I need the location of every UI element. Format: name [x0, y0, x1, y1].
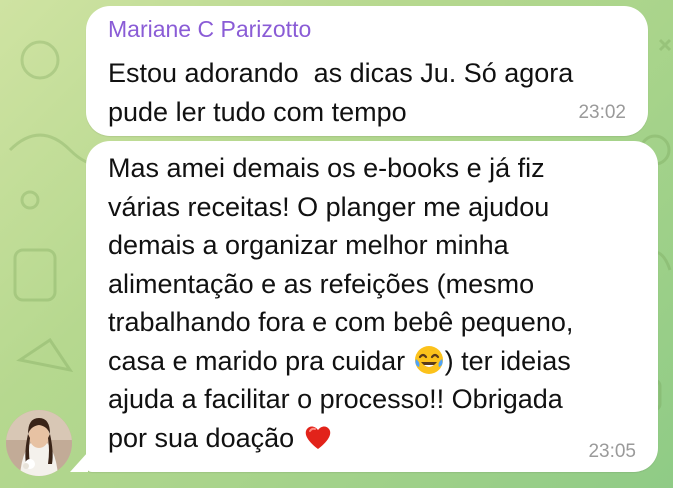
message-bubble[interactable]: Mas amei demais os e-books e já fiz vári…: [86, 141, 658, 472]
message-time: 23:02: [578, 102, 626, 123]
avatar-photo-icon: [6, 410, 72, 476]
avatar[interactable]: [6, 410, 72, 476]
message-text: Estou adorando as dicas Ju. Só agora pud…: [108, 58, 574, 127]
bubble-tail: [70, 452, 88, 472]
sender-name[interactable]: Mariane C Parizotto: [108, 16, 311, 43]
tears-of-joy-emoji: [414, 345, 443, 374]
message-time: 23:05: [588, 441, 636, 462]
message-text: Mas amei demais os e-books e já fiz vári…: [108, 153, 574, 453]
red-heart-emoji: [305, 425, 330, 449]
message-bubble[interactable]: Mariane C Parizotto Estou adorando as di…: [86, 6, 648, 136]
